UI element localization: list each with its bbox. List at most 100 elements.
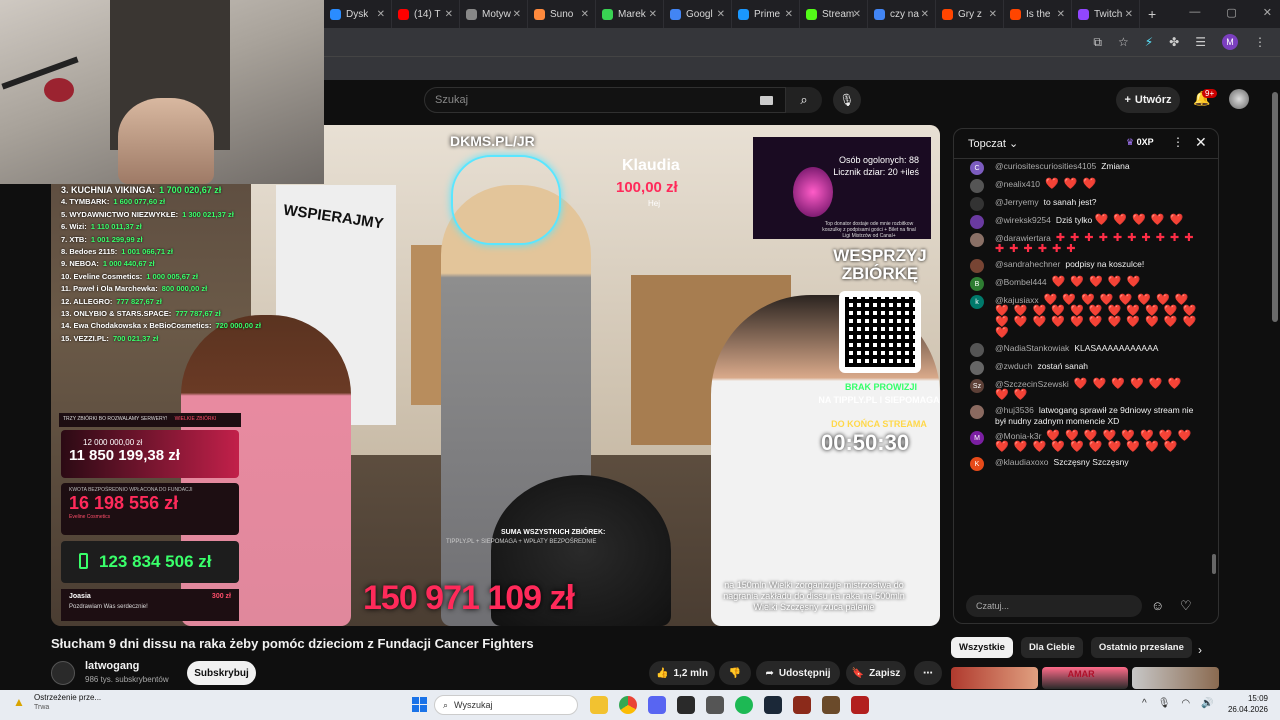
chat-avatar[interactable]: M: [970, 431, 984, 445]
profile-avatar[interactable]: M: [1222, 34, 1238, 50]
extension-icon[interactable]: ⚡: [1145, 35, 1153, 49]
puzzle-icon[interactable]: ✤: [1169, 35, 1179, 49]
video-player[interactable]: WSPIERAJMY DKMS.PL/JR Klaudia 100,00 zł …: [51, 125, 940, 626]
tab-close-icon[interactable]: ✕: [377, 9, 385, 20]
warning-title[interactable]: Ostrzeżenie prze...: [34, 693, 101, 702]
new-tab-icon[interactable]: +: [1148, 6, 1156, 22]
search-button[interactable]: ⌕: [786, 87, 822, 113]
browser-tab[interactable]: Suno ✕: [528, 0, 596, 28]
discord-icon[interactable]: [648, 696, 666, 714]
browser-tab[interactable]: Gry z ✕: [936, 0, 1004, 28]
chat-username[interactable]: @Bombel444: [995, 277, 1047, 287]
spotify-icon[interactable]: [735, 696, 753, 714]
browser-tab[interactable]: Twitch ✕: [1072, 0, 1140, 28]
chat-avatar[interactable]: C: [970, 161, 984, 175]
chat-username[interactable]: @huj3536: [995, 405, 1034, 415]
chat-username[interactable]: @kajusiaxx: [995, 295, 1039, 305]
emoji-icon[interactable]: ☺: [1151, 598, 1164, 613]
share-button[interactable]: ➦ Udostępnij: [756, 661, 840, 685]
page-scroll-thumb[interactable]: [1272, 92, 1278, 322]
game-icon[interactable]: [822, 696, 840, 714]
chat-avatar[interactable]: Sz: [970, 379, 984, 393]
browser-tab[interactable]: Dysk ✕: [324, 0, 392, 28]
close-window-icon[interactable]: ✕: [1263, 6, 1272, 19]
filter-chip[interactable]: Dla Ciebie: [1020, 637, 1083, 658]
tab-close-icon[interactable]: ✕: [581, 9, 589, 20]
chat-avatar[interactable]: [970, 197, 984, 211]
tab-close-icon[interactable]: ✕: [989, 9, 997, 20]
voice-search-button[interactable]: 🎙: [833, 86, 861, 114]
subscribe-button[interactable]: Subskrybuj: [187, 661, 256, 685]
chat-input[interactable]: Czatuj...: [966, 595, 1142, 617]
chat-avatar[interactable]: [970, 179, 984, 193]
chat-scroll-thumb[interactable]: [1212, 554, 1216, 574]
tab-close-icon[interactable]: ✕: [717, 9, 725, 20]
tab-close-icon[interactable]: ✕: [649, 9, 657, 20]
channel-avatar[interactable]: [51, 661, 75, 685]
chat-avatar[interactable]: B: [970, 277, 984, 291]
search-input[interactable]: Szukaj: [424, 87, 786, 113]
game-icon[interactable]: [793, 696, 811, 714]
browser-tab[interactable]: czy na ✕: [868, 0, 936, 28]
dislike-button[interactable]: 👎: [719, 661, 751, 685]
chevron-up-icon[interactable]: ^: [1142, 698, 1147, 709]
chat-avatar[interactable]: [970, 215, 984, 229]
maximize-icon[interactable]: ▢: [1226, 6, 1236, 19]
taskbar-search[interactable]: ⌕ Wyszukaj: [434, 695, 578, 715]
tab-close-icon[interactable]: ✕: [921, 9, 929, 20]
file-explorer-icon[interactable]: [590, 696, 608, 714]
game-icon[interactable]: [851, 696, 869, 714]
thumbnail[interactable]: [1132, 667, 1220, 689]
chat-username[interactable]: @curiositescuriosities4105: [995, 161, 1096, 171]
browser-tab[interactable]: Prime ✕: [732, 0, 800, 28]
app-icon[interactable]: [706, 696, 724, 714]
tab-close-icon[interactable]: ✕: [1057, 9, 1065, 20]
channel-name[interactable]: latwogang: [85, 660, 139, 672]
chat-username[interactable]: @NadiaStankowiak: [995, 343, 1069, 353]
thumbnail[interactable]: [951, 667, 1038, 689]
browser-tab[interactable]: Googl ✕: [664, 0, 732, 28]
chat-username[interactable]: @nealix410: [995, 179, 1040, 189]
chat-username[interactable]: @SzczecinSzewski: [995, 379, 1069, 389]
tab-close-icon[interactable]: ✕: [853, 9, 861, 20]
install-app-icon[interactable]: ⧉: [1093, 35, 1102, 50]
browser-tab[interactable]: Is the ✕: [1004, 0, 1072, 28]
like-button[interactable]: 👍 1,2 mln: [649, 661, 715, 685]
bookmark-star-icon[interactable]: ☆: [1118, 35, 1129, 49]
create-button[interactable]: + Utwórz: [1116, 87, 1180, 113]
warning-icon[interactable]: ▲: [13, 695, 25, 709]
browser-tab[interactable]: Stream ✕: [800, 0, 868, 28]
chrome-icon[interactable]: [619, 696, 637, 714]
chat-avatar[interactable]: k: [970, 295, 984, 309]
wifi-icon[interactable]: ◠: [1181, 698, 1190, 709]
minimize-icon[interactable]: —: [1189, 6, 1200, 19]
heart-icon[interactable]: ♡: [1180, 598, 1192, 614]
chat-mode-dropdown[interactable]: Topczat ⌄: [968, 137, 1018, 150]
app-icon[interactable]: [677, 696, 695, 714]
chat-avatar[interactable]: [970, 233, 984, 247]
chat-menu-icon[interactable]: ⋮: [1172, 135, 1184, 149]
chevron-right-icon[interactable]: ›: [1198, 643, 1202, 657]
chat-avatar[interactable]: [970, 343, 984, 357]
chat-username[interactable]: @Jerryemy: [995, 197, 1039, 207]
chat-username[interactable]: @klaudiaxoxo: [995, 457, 1049, 467]
chat-avatar[interactable]: [970, 361, 984, 375]
tab-close-icon[interactable]: ✕: [445, 9, 453, 20]
chat-username[interactable]: @wireksk9254: [995, 215, 1051, 225]
page-scrollbar[interactable]: [1270, 80, 1280, 690]
clock[interactable]: 15:09 26.04.2026: [1222, 693, 1268, 715]
reading-list-icon[interactable]: ☰: [1195, 35, 1206, 49]
xp-badge[interactable]: ♛ 0XP: [1126, 137, 1154, 148]
more-actions-button[interactable]: ⋯: [914, 661, 942, 685]
chat-username[interactable]: @darawiertara: [995, 233, 1051, 243]
browser-tab[interactable]: Marek ✕: [596, 0, 664, 28]
tab-close-icon[interactable]: ✕: [513, 9, 521, 20]
tab-close-icon[interactable]: ✕: [1125, 9, 1133, 20]
chat-avatar[interactable]: [970, 259, 984, 273]
browser-tab[interactable]: Motyw ✕: [460, 0, 528, 28]
chat-username[interactable]: @Monia-k3r: [995, 431, 1041, 441]
volume-icon[interactable]: 🔊: [1201, 698, 1213, 709]
chat-avatar[interactable]: K: [970, 457, 984, 471]
chat-avatar[interactable]: [970, 405, 984, 419]
filter-chip[interactable]: Ostatnio przesłane: [1090, 637, 1192, 658]
